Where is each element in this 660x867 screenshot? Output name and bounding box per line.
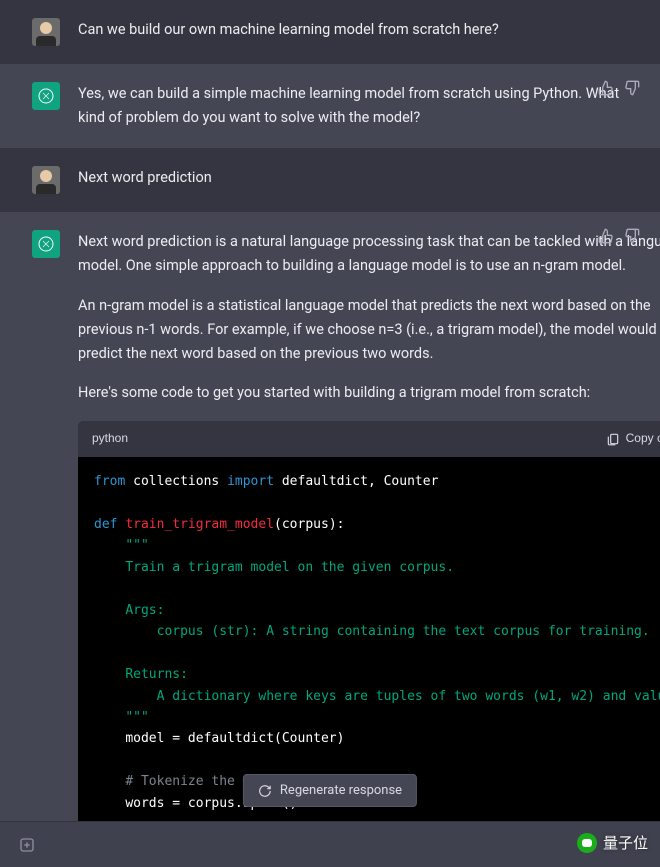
copy-code-button[interactable]: Copy code	[606, 429, 660, 449]
watermark-text: 量子位	[603, 832, 648, 853]
wechat-icon	[577, 833, 597, 853]
code-language-label: python	[92, 429, 128, 449]
copy-code-label: Copy code	[626, 429, 660, 449]
input-bar[interactable]	[0, 821, 660, 867]
thumbs-down-icon[interactable]	[624, 80, 640, 96]
message-text: Can we build our own machine learning mo…	[78, 18, 632, 42]
thumbs-down-icon[interactable]	[624, 228, 640, 244]
assistant-message-2: Next word prediction is a natural langua…	[0, 212, 660, 867]
assistant-avatar	[32, 230, 60, 258]
code-header: python Copy code	[78, 421, 660, 457]
regenerate-label: Regenerate response	[280, 783, 402, 798]
user-message-2: Next word prediction	[0, 148, 660, 212]
clipboard-icon	[606, 432, 620, 446]
feedback-buttons	[598, 80, 640, 96]
feedback-buttons	[598, 228, 640, 244]
assistant-avatar	[32, 82, 60, 110]
regenerate-response-button[interactable]: Regenerate response	[243, 774, 417, 807]
message-paragraph: An n-gram model is a statistical languag…	[78, 294, 660, 366]
message-text: Next word prediction	[78, 166, 632, 190]
watermark: 量子位	[577, 832, 648, 853]
message-text: Yes, we can build a simple machine learn…	[78, 82, 632, 130]
user-avatar	[32, 166, 60, 194]
attachment-icon[interactable]	[18, 836, 36, 854]
message-paragraph: Here's some code to get you started with…	[78, 381, 660, 405]
thumbs-up-icon[interactable]	[598, 80, 614, 96]
thumbs-up-icon[interactable]	[598, 228, 614, 244]
message-paragraph: Next word prediction is a natural langua…	[78, 230, 660, 278]
assistant-message-1: Yes, we can build a simple machine learn…	[0, 64, 660, 148]
user-message-1: Can we build our own machine learning mo…	[0, 0, 660, 64]
refresh-icon	[258, 784, 272, 798]
user-avatar	[32, 18, 60, 46]
